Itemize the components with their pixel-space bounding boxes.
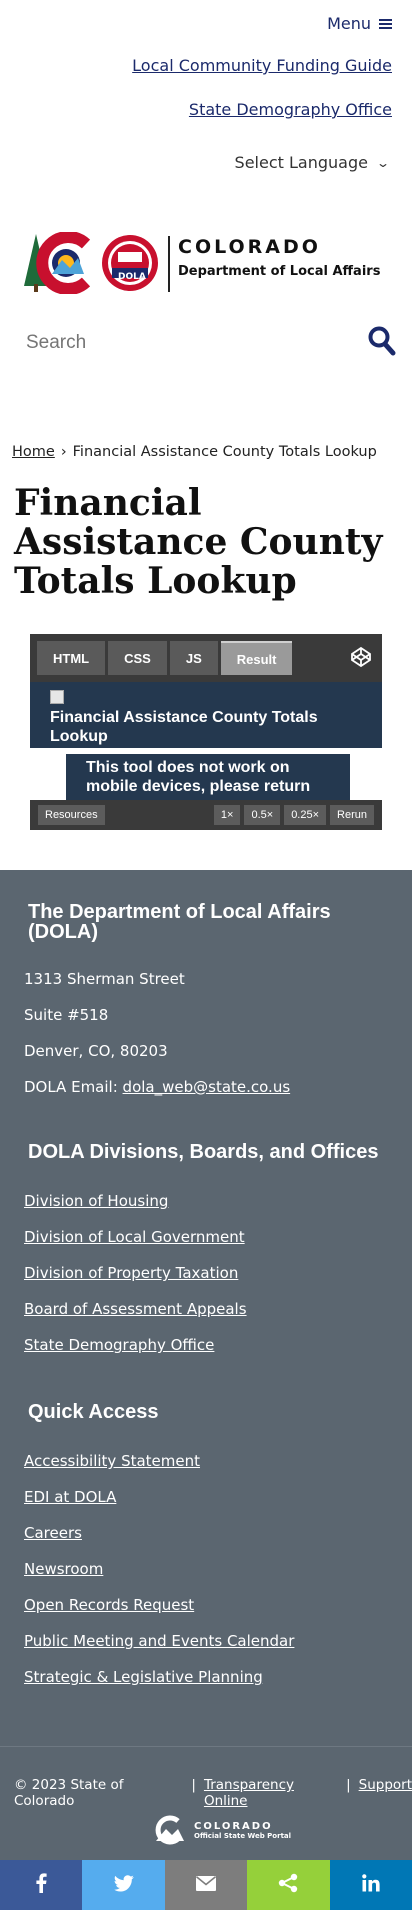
portal-title: COLORADO [194, 1820, 273, 1832]
quick-link[interactable]: Accessibility Statement [24, 1452, 200, 1470]
breadcrumb: Home › Financial Assistance County Total… [12, 444, 377, 460]
legal-links: © 2023 State of Colorado | Transparency … [14, 1777, 412, 1809]
legal-bar: © 2023 State of Colorado | Transparency … [0, 1746, 412, 1860]
facebook-icon [35, 1873, 47, 1897]
quick-link[interactable]: EDI at DOLA [24, 1488, 116, 1506]
divisions-heading: DOLA Divisions, Boards, and Offices [28, 1141, 379, 1163]
facebook-share-button[interactable] [0, 1860, 83, 1910]
mobile-warning: This tool does not work on mobile device… [66, 754, 350, 800]
email-label: DOLA Email: [24, 1078, 118, 1096]
logo-divider [168, 236, 170, 292]
resources-button[interactable]: Resources [38, 805, 105, 825]
twitter-share-button[interactable] [82, 1860, 165, 1910]
colorado-portal-icon [155, 1815, 184, 1845]
address-line-3: Denver, CO, 80203 [24, 1042, 168, 1060]
division-link[interactable]: Division of Property Taxation [24, 1264, 238, 1282]
address-line-1: 1313 Sherman Street [24, 970, 185, 988]
email-row: DOLA Email: dola_web@state.co.us [24, 1078, 290, 1096]
dola-logo[interactable]: DOLA COLORADO Department of Local Affair… [22, 232, 392, 297]
zoom-025x-button[interactable]: 0.25× [284, 805, 327, 825]
result-header: Financial Assistance County Totals Looku… [30, 682, 382, 748]
menu-button[interactable]: Menu [327, 14, 392, 33]
page-title: Financial Assistance County Totals Looku… [14, 482, 383, 602]
quick-link[interactable]: Public Meeting and Events Calendar [24, 1632, 294, 1650]
tab-css[interactable]: CSS [108, 641, 167, 675]
share-icon [278, 1873, 298, 1897]
top-nav: Menu Local Community Funding Guide State… [0, 0, 412, 190]
linkedin-share-button[interactable] [329, 1860, 412, 1910]
quick-link[interactable]: Newsroom [24, 1560, 103, 1578]
language-select[interactable]: Select Language ⌄ [234, 153, 391, 172]
codepen-icon[interactable] [350, 646, 372, 672]
division-link[interactable]: Board of Assessment Appeals [24, 1300, 247, 1318]
embed-footer: Resources 1× 0.5× 0.25× Rerun [30, 800, 382, 830]
embed-tabs: HTML CSS JS Result [37, 641, 293, 675]
email-share-button[interactable] [164, 1860, 248, 1910]
quick-access-heading: Quick Access [28, 1401, 159, 1423]
quick-link[interactable]: Open Records Request [24, 1596, 194, 1614]
division-link[interactable]: Division of Housing [24, 1192, 168, 1210]
division-link[interactable]: State Demography Office [24, 1336, 214, 1354]
copyright-text: © 2023 State of Colorado [14, 1777, 124, 1809]
state-demography-office-link[interactable]: State Demography Office [189, 100, 392, 119]
chevron-down-icon: ⌄ [375, 155, 391, 170]
generic-share-button[interactable] [247, 1860, 330, 1910]
portal-subtitle: Official State Web Portal [194, 1831, 292, 1840]
result-title: Financial Assistance County Totals Looku… [50, 709, 318, 745]
share-bar [0, 1860, 412, 1910]
breadcrumb-current: Financial Assistance County Totals Looku… [72, 444, 377, 460]
quick-link[interactable]: Strategic & Legislative Planning [24, 1668, 263, 1686]
embed-result-pane: Financial Assistance County Totals Looku… [30, 682, 382, 800]
state-portal-logo[interactable]: COLORADO Official State Web Portal [152, 1815, 291, 1845]
twitter-icon [113, 1874, 134, 1896]
transparency-online-link[interactable]: Transparency Online [204, 1777, 338, 1809]
breadcrumb-home-link[interactable]: Home [12, 444, 55, 460]
site-footer: The Department of Local Affairs (DOLA) 1… [0, 870, 412, 1746]
dola-badge-text: DOLA [118, 272, 146, 282]
breadcrumb-separator: › [60, 444, 67, 460]
search-input[interactable] [26, 332, 326, 354]
hamburger-icon [379, 17, 392, 31]
email-icon [196, 1875, 217, 1895]
codepen-embed: HTML CSS JS Result Financial Assistance … [30, 634, 382, 830]
email-link[interactable]: dola_web@state.co.us [123, 1078, 291, 1096]
menu-label: Menu [327, 14, 371, 33]
zoom-1x-button[interactable]: 1× [213, 805, 241, 825]
division-link[interactable]: Division of Local Government [24, 1228, 245, 1246]
colorado-c-logo-icon [24, 232, 158, 294]
local-community-funding-guide-link[interactable]: Local Community Funding Guide [132, 56, 392, 75]
support-link[interactable]: Support [359, 1777, 412, 1809]
address-line-2: Suite #518 [24, 1006, 109, 1024]
tab-js[interactable]: JS [169, 641, 218, 675]
quick-link[interactable]: Careers [24, 1524, 82, 1542]
broken-image-icon [50, 690, 64, 704]
legal-separator: | [346, 1777, 351, 1793]
linkedin-icon [362, 1874, 380, 1896]
logo-title: COLORADO [178, 236, 321, 258]
tab-result[interactable]: Result [220, 641, 293, 675]
tab-html[interactable]: HTML [37, 641, 106, 675]
zoom-05x-button[interactable]: 0.5× [244, 805, 281, 825]
search-bar [0, 322, 412, 370]
language-select-label: Select Language [234, 153, 368, 172]
search-icon[interactable] [368, 326, 396, 360]
rerun-button[interactable]: Rerun [330, 805, 374, 825]
dept-heading: The Department of Local Affairs (DOLA) [28, 901, 331, 943]
legal-separator: | [191, 1777, 196, 1793]
logo-subtitle: Department of Local Affairs [178, 264, 381, 279]
